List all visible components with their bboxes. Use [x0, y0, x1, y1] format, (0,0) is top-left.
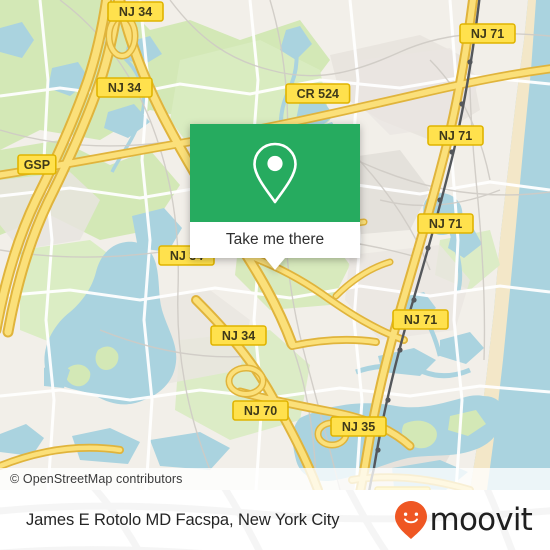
take-me-there-button[interactable]: Take me there	[190, 222, 360, 258]
attribution-text: © OpenStreetMap contributors	[10, 472, 183, 486]
footer-bar: James E Rotolo MD Facspa, New York City …	[0, 490, 550, 550]
location-popup-card[interactable]: Take me there	[190, 124, 360, 270]
moovit-map-screen: NJ 34 NJ 34 CR 524 NJ 71 NJ 71 GSP NJ 34 NJ 71 N…	[0, 0, 550, 550]
popup-tail	[265, 258, 285, 270]
popup-image-area	[190, 124, 360, 222]
location-pin-icon	[253, 142, 297, 204]
moovit-wordmark: moovit	[429, 501, 533, 538]
map-attribution: © OpenStreetMap contributors	[0, 468, 550, 490]
take-me-there-label: Take me there	[225, 231, 325, 248]
page-title: James E Rotolo MD Facspa, New York City	[26, 510, 340, 529]
moovit-smiley-pin-icon	[394, 501, 427, 539]
moovit-logo[interactable]: moovit	[394, 500, 533, 540]
